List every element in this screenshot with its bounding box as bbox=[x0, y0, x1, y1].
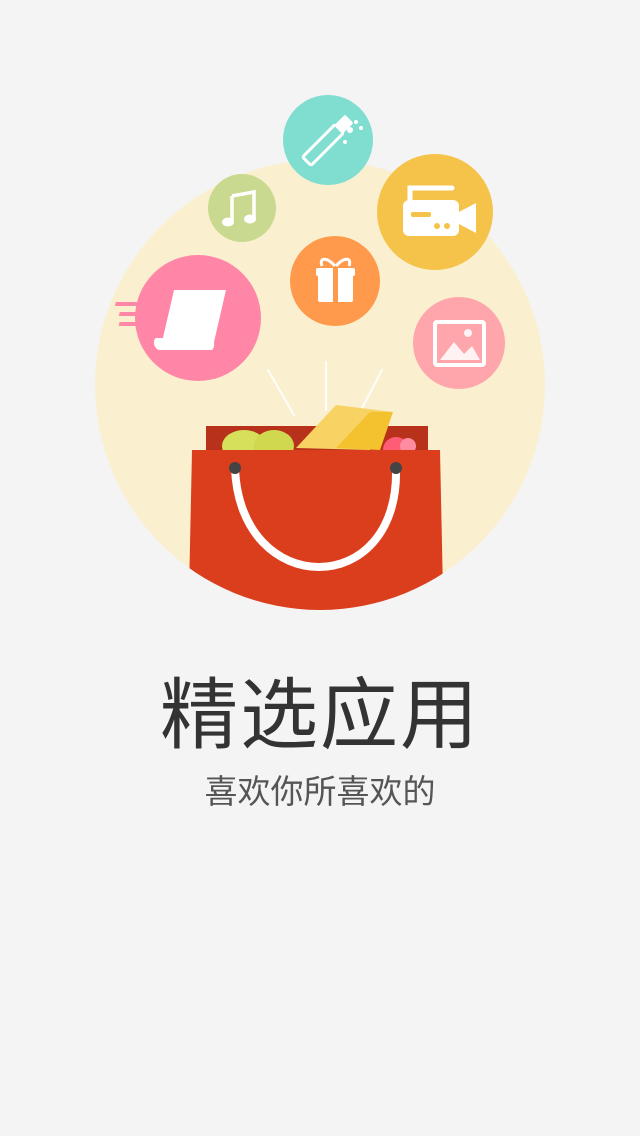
splash-illustration bbox=[0, 0, 640, 640]
page-subtitle: 喜欢你所喜欢的 bbox=[204, 772, 436, 811]
shopping-bag-icon bbox=[188, 405, 444, 610]
page-title: 精选应用 bbox=[159, 671, 480, 761]
video-camera-icon bbox=[377, 154, 493, 270]
magic-wand-icon bbox=[283, 95, 373, 185]
music-note-icon bbox=[208, 174, 276, 242]
gift-icon bbox=[290, 236, 380, 326]
image-icon bbox=[413, 297, 505, 389]
